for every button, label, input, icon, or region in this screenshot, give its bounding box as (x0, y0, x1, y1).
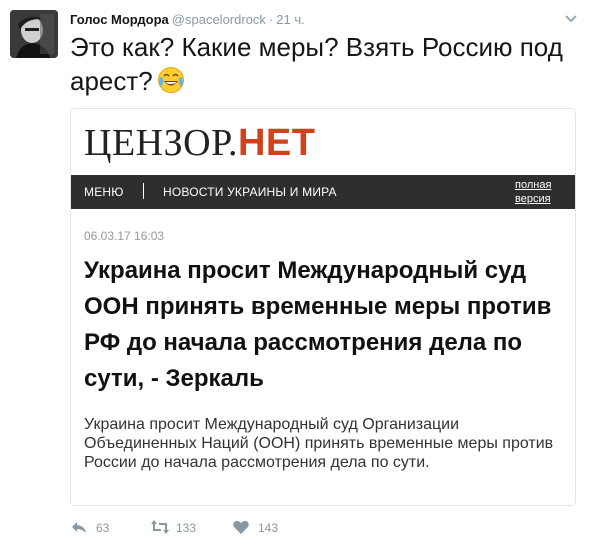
tweet-text-body: Это как? Какие меры? Взять Россию под ар… (70, 32, 563, 96)
nav-menu[interactable]: МЕНЮ (84, 185, 124, 199)
like-count: 143 (258, 521, 279, 535)
avatar[interactable] (10, 10, 58, 58)
retweet-icon (151, 520, 169, 534)
full-version-line-1: полная (515, 179, 552, 191)
chevron-down-icon[interactable] (564, 12, 578, 26)
avatar-image (10, 10, 58, 58)
nav-news[interactable]: НОВОСТИ УКРАИНЫ И МИРА (163, 185, 337, 199)
site-header: ЦЕНЗОР.НЕТ (71, 109, 575, 175)
logo-part-2: НЕТ (237, 122, 316, 164)
tweet-text: Это как? Какие меры? Взять Россию под ар… (70, 30, 578, 98)
article-date: 06.03.17 16:03 (84, 229, 165, 243)
reply-icon (72, 522, 86, 533)
face-with-tears-of-joy-icon (157, 66, 185, 94)
article-summary: Украина просит Международный суд Организ… (84, 416, 554, 471)
author-handle[interactable]: @spacelordrock (172, 12, 266, 27)
reply-count: 63 (96, 521, 110, 535)
separator-dot: · (268, 12, 274, 27)
tweet-header: Голос Мордора @spacelordrock · 21 ч. (70, 12, 305, 30)
heart-icon (233, 520, 249, 534)
link-card[interactable]: ЦЕНЗОР.НЕТ МЕНЮ НОВОСТИ УКРАИНЫ И МИРА п… (70, 108, 576, 506)
retweet-count: 133 (176, 521, 197, 535)
full-version-link[interactable]: полная версия (515, 178, 563, 206)
site-navbar: МЕНЮ НОВОСТИ УКРАИНЫ И МИРА полная верси… (71, 175, 575, 209)
tweet-time[interactable]: 21 ч. (276, 12, 304, 27)
nav-divider (143, 183, 144, 199)
tweet[interactable]: Голос Мордора @spacelordrock · 21 ч. Это ка… (0, 0, 592, 540)
article-headline[interactable]: Украина просит Международный суд ООН при… (84, 253, 568, 397)
tweet-actions: 63 133 143 (70, 518, 370, 536)
site-logo[interactable]: ЦЕНЗОР.НЕТ (84, 123, 315, 163)
full-version-line-2: версия (515, 193, 551, 205)
logo-part-1: ЦЕНЗОР. (84, 122, 238, 164)
author-name[interactable]: Голос Мордора (70, 12, 169, 27)
